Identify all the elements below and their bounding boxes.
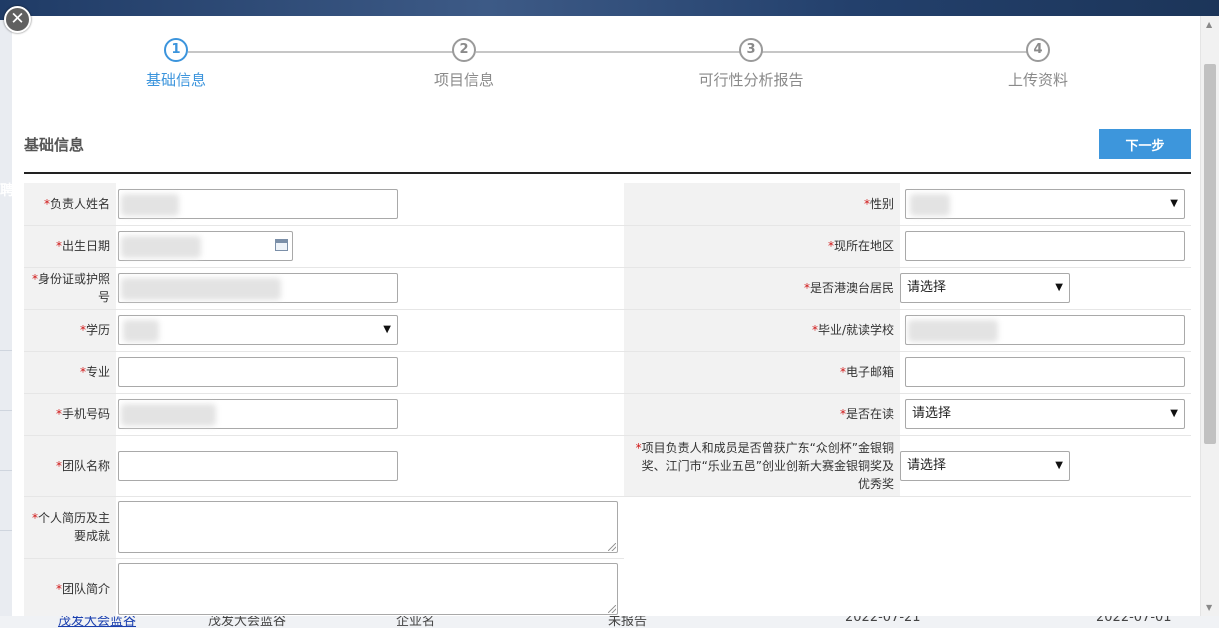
- current-region-input[interactable]: [905, 231, 1185, 261]
- education-select[interactable]: ▼: [118, 315, 398, 345]
- scroll-down-icon[interactable]: ▼: [1206, 603, 1212, 612]
- scrollbar-thumb[interactable]: [1204, 64, 1216, 444]
- chevron-down-icon: ▼: [1055, 459, 1063, 471]
- section-title: 基础信息: [24, 136, 85, 154]
- step-upload-materials[interactable]: 4 上传资料: [938, 38, 1138, 90]
- background-cell: 未报告: [608, 616, 648, 628]
- step-number: 2: [452, 38, 476, 62]
- team-intro-textarea[interactable]: [118, 563, 618, 615]
- step-project-info[interactable]: 2 项目信息: [364, 38, 564, 90]
- step-label: 可行性分析报告: [698, 71, 804, 89]
- resize-grip-icon[interactable]: [608, 543, 616, 551]
- field-label-team-name: *团队名称: [24, 435, 116, 497]
- field-label-resume: *个人简历及主要成就: [24, 496, 116, 559]
- progress-stepper: 1 基础信息 2 项目信息 3 可行性分析报告 4 上传资料: [12, 38, 1200, 98]
- field-label-gender: *性别: [624, 183, 900, 226]
- next-step-button[interactable]: 下一步: [1099, 129, 1191, 159]
- field-label-phone: *手机号码: [24, 393, 116, 436]
- background-cell: 2022-07-21: [845, 616, 921, 625]
- studying-select[interactable]: 请选择 ▼: [905, 399, 1185, 429]
- resize-grip-icon[interactable]: [608, 605, 616, 613]
- major-input[interactable]: [118, 357, 398, 387]
- step-label: 上传资料: [1007, 71, 1068, 89]
- resume-textarea[interactable]: [118, 501, 618, 553]
- field-label-birth-date: *出生日期: [24, 225, 116, 268]
- email-input[interactable]: [905, 357, 1185, 387]
- step-basic-info[interactable]: 1 基础信息: [76, 38, 276, 90]
- field-label-team-intro: *团队简介: [24, 558, 116, 616]
- background-cell: 2022-07-01: [1096, 616, 1172, 625]
- step-label: 项目信息: [433, 71, 494, 89]
- field-label-award-question: *项目负责人和成员是否曾获广东“众创杯”金银铜奖、江门市“乐业五邑”创业创新大赛…: [624, 435, 900, 497]
- background-table-row: 茂发大会蓝谷 茂发大会蓝谷 企业名 未报告 2022-07-21 2022-07…: [0, 616, 1219, 628]
- step-number: 3: [739, 38, 763, 62]
- background-sidebar: 聘: [0, 20, 14, 628]
- name-input[interactable]: [118, 188, 398, 219]
- basic-info-form: *负责人姓名 *性别 ▼ *出生日期 *现所在地区 *身份证或护照号 *是否港澳…: [24, 183, 1191, 616]
- application-modal: 1 基础信息 2 项目信息 3 可行性分析报告 4 上传资料 基础信息 下一步 …: [12, 16, 1200, 616]
- field-label-education: *学历: [24, 309, 116, 352]
- background-cell: 企业名: [396, 616, 436, 628]
- scroll-up-icon[interactable]: ▲: [1206, 20, 1212, 29]
- hk-macao-taiwan-select[interactable]: 请选择 ▼: [900, 273, 1070, 303]
- id-number-input[interactable]: [118, 273, 398, 303]
- chevron-down-icon: ▼: [1170, 408, 1178, 419]
- field-label-id-number: *身份证或护照号: [24, 267, 116, 310]
- field-label-studying: *是否在读: [624, 393, 900, 436]
- field-label-current-region: *现所在地区: [624, 225, 900, 268]
- step-label: 基础信息: [145, 71, 206, 89]
- step-number: 1: [164, 38, 188, 62]
- field-label-school: *毕业/就读学校: [624, 309, 900, 352]
- modal-scrollbar[interactable]: ▲ ▼: [1200, 16, 1219, 616]
- team-name-input[interactable]: [118, 450, 398, 481]
- birth-date-input[interactable]: [118, 231, 293, 261]
- step-number: 4: [1026, 38, 1050, 62]
- award-select[interactable]: 请选择 ▼: [900, 450, 1070, 481]
- phone-input[interactable]: [118, 399, 398, 429]
- field-label-hk-macao-taiwan: *是否港澳台居民: [624, 267, 900, 310]
- school-input[interactable]: [905, 315, 1185, 345]
- field-label-major: *专业: [24, 351, 116, 394]
- gender-select[interactable]: ▼: [905, 188, 1185, 219]
- field-label-email: *电子邮箱: [624, 351, 900, 394]
- chevron-down-icon: ▼: [383, 324, 391, 335]
- background-cell: 茂发大会蓝谷: [208, 616, 287, 628]
- chevron-down-icon: ▼: [1055, 282, 1063, 293]
- section-divider: [24, 172, 1191, 174]
- calendar-icon[interactable]: [275, 239, 288, 251]
- close-icon[interactable]: ✕: [4, 6, 31, 33]
- field-label-name: *负责人姓名: [24, 183, 116, 226]
- chevron-down-icon: ▼: [1170, 197, 1178, 209]
- step-feasibility-report[interactable]: 3 可行性分析报告: [651, 38, 851, 90]
- background-link[interactable]: 茂发大会蓝谷: [58, 616, 136, 628]
